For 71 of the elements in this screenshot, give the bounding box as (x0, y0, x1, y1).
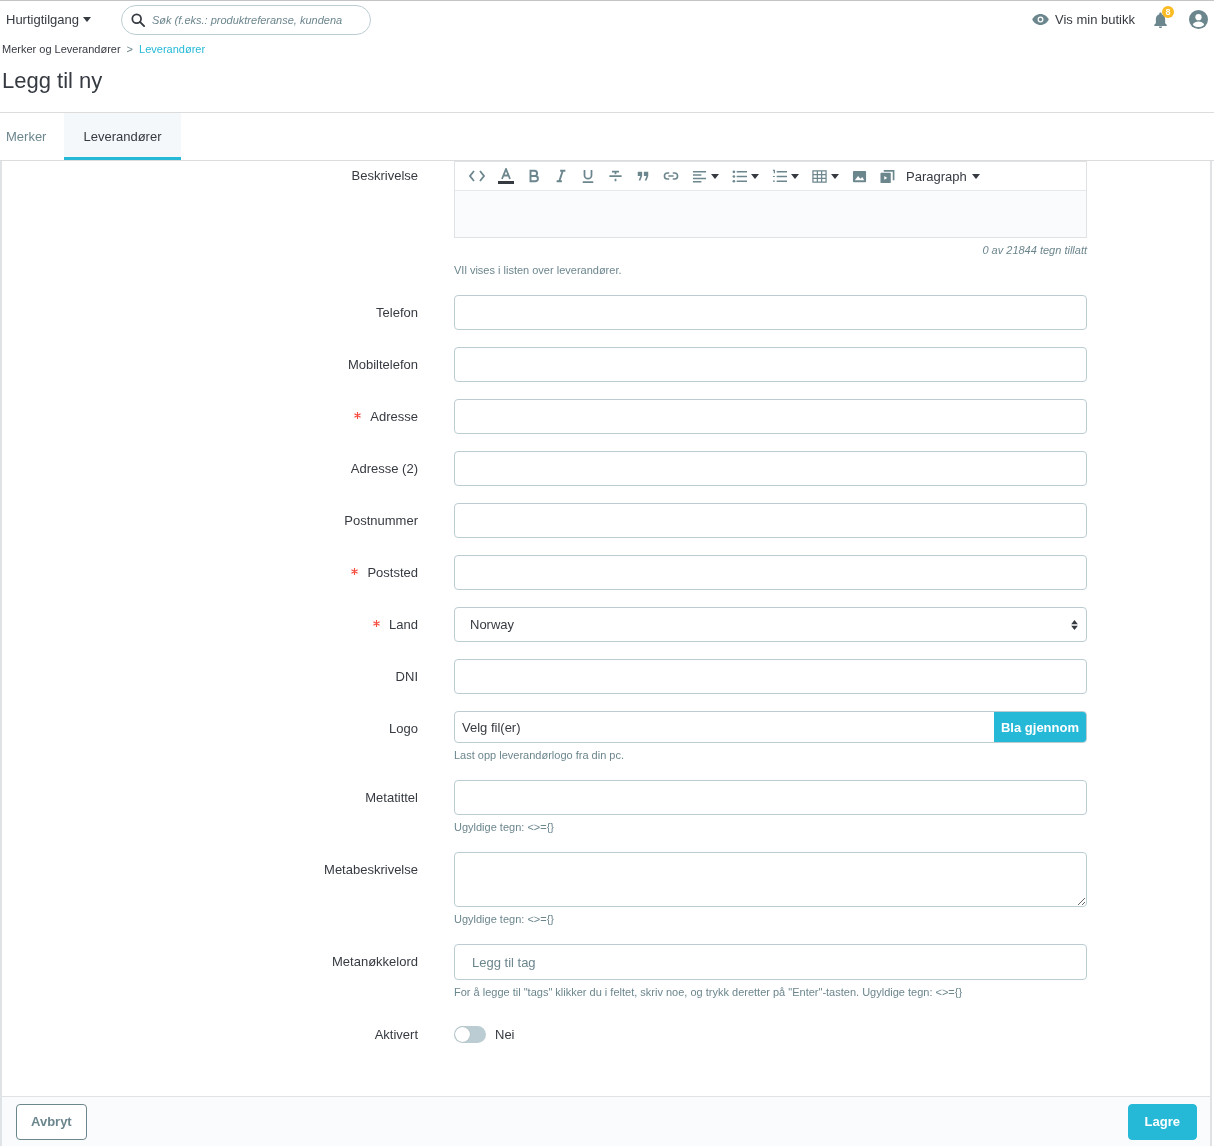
numbered-list-icon[interactable] (772, 168, 787, 184)
field-label: Logo (389, 720, 418, 737)
help-text: Last opp leverandørlogo fra din pc. (454, 748, 625, 763)
tab[interactable]: Leverandører (64, 113, 181, 160)
strikethrough-icon[interactable] (608, 169, 623, 183)
bell-icon[interactable] (1154, 11, 1167, 28)
search-field[interactable]: Søk (f.eks.: produktreferanse, kundena (121, 4, 371, 35)
underline-icon[interactable] (581, 169, 595, 183)
text-input-field[interactable] (454, 503, 1087, 538)
help-text: For å legge til "tags" klikker du i feltet, skriv noe, og trykk deretter på "Enter"-tasten. Ugyldige tegn: <>={} (454, 985, 964, 1000)
field-label: Beskrivelse (351, 167, 418, 184)
page-title: Legg til ny (2, 67, 104, 95)
link-icon[interactable] (663, 169, 679, 183)
tags-input-field[interactable]: Legg til tag (454, 944, 1087, 980)
text-input-field[interactable] (454, 659, 1087, 694)
file-input-field[interactable]: Velg fil(er) Bla gjennom (454, 711, 1087, 743)
field-label: DNI (395, 668, 418, 685)
text-input-field[interactable] (454, 555, 1087, 590)
view-shop-link[interactable]: Vis min butikk (1032, 12, 1135, 27)
toggle-switch[interactable] (454, 1026, 486, 1043)
caret-icon[interactable] (711, 173, 719, 179)
caret-icon (83, 17, 91, 22)
search-icon (131, 12, 145, 27)
field-label: Aktivert (374, 1026, 418, 1043)
field-label: Metabeskrivelse (324, 861, 418, 878)
notification-badge: 8 (1162, 5, 1174, 18)
code-icon[interactable] (469, 168, 485, 184)
text-color-icon[interactable] (498, 168, 514, 184)
field-label: Metatittel (365, 789, 418, 806)
switch-state-label: Nei (495, 1027, 515, 1042)
bold-icon[interactable] (527, 169, 541, 183)
text-input-field[interactable] (454, 451, 1087, 486)
caret-icon[interactable] (831, 173, 839, 179)
help-text: Ugyldige tegn: <>={} (454, 912, 555, 927)
italic-icon[interactable] (554, 169, 568, 183)
cancel-button[interactable]: Avbryt (16, 1103, 87, 1140)
text-input-field[interactable] (454, 780, 1087, 815)
eye-icon (1032, 14, 1050, 25)
text-input-field[interactable] (454, 399, 1087, 434)
field-label: Land (389, 616, 418, 633)
quick-access-menu[interactable]: Hurtigtilgang (6, 12, 91, 27)
character-counter: 0 av 21844 tegn tillatt (981, 243, 1087, 258)
field-label: Metanøkkelord (332, 953, 418, 970)
help-text: Ugyldige tegn: <>={} (454, 820, 555, 835)
help-text: VIl vises i listen over leverandører. (454, 263, 623, 278)
tab[interactable]: Merker (0, 113, 65, 160)
field-label: Adresse (370, 408, 418, 425)
caret-icon[interactable] (751, 173, 759, 179)
image-icon[interactable] (852, 168, 867, 184)
caret-icon (971, 173, 980, 179)
user-avatar-icon[interactable] (1189, 10, 1208, 29)
format-dropdown[interactable]: Paragraph (906, 168, 980, 184)
breadcrumb-link[interactable]: Merker og Leverandører (2, 42, 121, 56)
caret-icon[interactable] (791, 173, 799, 179)
select-field[interactable]: Norway (454, 607, 1087, 642)
field-label: Adresse (2) (350, 460, 418, 477)
quote-icon[interactable] (636, 169, 650, 183)
breadcrumb-separator: > (126, 42, 134, 56)
field-label: Poststed (367, 564, 418, 581)
bullet-list-icon[interactable] (732, 168, 747, 184)
field-label: Postnummer (344, 512, 418, 529)
media-icon[interactable] (880, 168, 895, 184)
table-icon[interactable] (812, 168, 827, 184)
file-name-text: Velg fil(er) (461, 718, 522, 737)
text-input-field[interactable] (454, 295, 1087, 330)
up-down-caret-icon (1071, 619, 1078, 630)
align-left-icon[interactable] (692, 168, 707, 184)
textarea-field[interactable] (454, 852, 1087, 907)
field-label: Telefon (376, 304, 418, 321)
field-label: Mobiltelefon (347, 356, 418, 373)
text-input-field[interactable] (454, 347, 1087, 382)
